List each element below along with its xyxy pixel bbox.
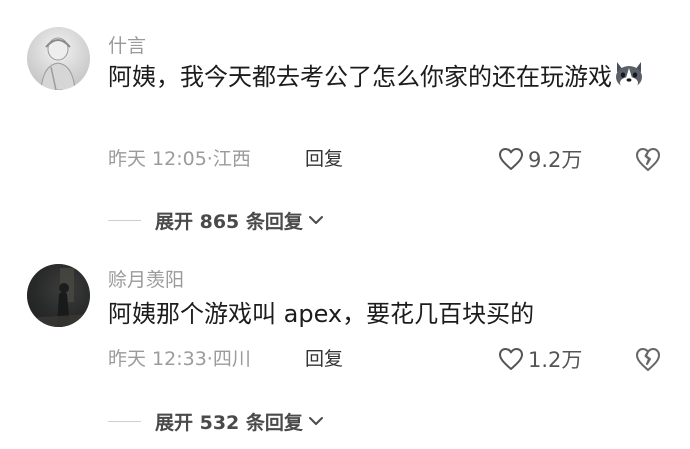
like-button[interactable]: 1.2万 <box>498 344 582 374</box>
like-button[interactable]: 9.2万 <box>498 144 582 174</box>
avatar[interactable] <box>27 27 90 90</box>
comment-time: 昨天 12:05 <box>108 148 207 170</box>
divider-line <box>108 219 141 221</box>
chevron-down-icon <box>308 417 323 425</box>
like-count: 1.2万 <box>528 348 583 372</box>
avatar[interactable] <box>27 264 90 327</box>
reply-button[interactable]: 回复 <box>305 346 343 372</box>
broken-heart-icon[interactable] <box>634 345 662 373</box>
expand-replies-label: 展开 865 条回复 <box>155 210 303 233</box>
comment-meta: 昨天 12:33·四川 <box>108 346 251 372</box>
heart-icon <box>499 148 523 170</box>
expand-replies-label: 展开 532 条回复 <box>155 411 303 434</box>
chevron-down-icon <box>308 216 323 224</box>
comment-location: 四川 <box>212 348 251 370</box>
comment-location: 江西 <box>212 148 251 170</box>
comment-time: 昨天 12:33 <box>108 348 207 370</box>
broken-heart-icon[interactable] <box>634 145 662 173</box>
comment-meta: 昨天 12:05·江西 <box>108 146 251 172</box>
username[interactable]: 赊月羡阳 <box>108 268 184 292</box>
comment-text: 阿姨那个游戏叫 apex，要花几百块买的 <box>108 300 535 328</box>
comment-text: 阿姨，我今天都去考公了怎么你家的还在玩游戏 <box>108 58 668 96</box>
expand-replies-button[interactable]: 展开 532 条回复 <box>108 406 325 436</box>
like-count: 9.2万 <box>528 148 583 172</box>
heart-icon <box>499 348 523 370</box>
expand-replies-button[interactable]: 展开 865 条回复 <box>108 205 325 235</box>
husky-dog-emoji-icon <box>612 58 646 92</box>
username[interactable]: 什言 <box>108 34 146 58</box>
divider-line <box>108 420 141 422</box>
reply-button[interactable]: 回复 <box>305 146 343 172</box>
